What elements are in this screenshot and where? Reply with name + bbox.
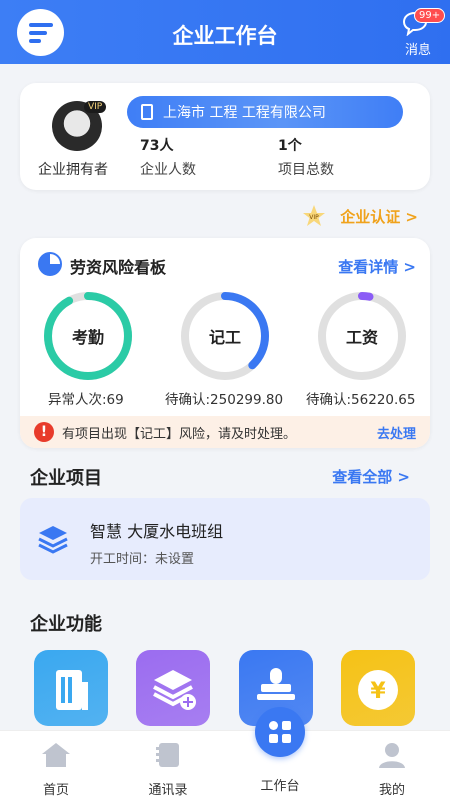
view-all-projects-link[interactable]: 查看全部 >: [332, 466, 410, 487]
work-record-gauge[interactable]: 记工: [179, 290, 271, 382]
vip-badge: VIP: [84, 101, 107, 113]
warning-icon: !: [34, 422, 54, 442]
function-building[interactable]: [34, 650, 108, 726]
employee-count-label: 企业人数: [140, 162, 196, 178]
function-layers-add[interactable]: [136, 650, 210, 726]
attendance-gauge-label: 考勤: [71, 328, 104, 347]
building-icon: [56, 670, 88, 710]
message-count-badge: 99+: [414, 8, 446, 23]
view-details-link[interactable]: 查看详情 >: [338, 256, 416, 277]
function-salary[interactable]: ¥: [341, 650, 415, 726]
project-count-stat[interactable]: 1个 项目总数: [278, 135, 334, 179]
company-info-card: VIP 企业拥有者 上海市 工程 工程有限公司 73人 企业人数 1个 项目总数: [20, 83, 430, 190]
project-name: 智慧 大厦水电班组: [90, 522, 224, 541]
project-item[interactable]: 智慧 大厦水电班组 开工时间：未设置: [20, 498, 430, 580]
tab-mine-label: 我的: [378, 783, 405, 798]
owner-role-label: 企业拥有者: [38, 162, 108, 178]
project-count-label: 项目总数: [278, 162, 334, 178]
page-title: 企业工作台: [172, 24, 278, 48]
layers-add-icon: [153, 670, 196, 710]
functions-section-title: 企业功能: [30, 614, 102, 635]
work-record-pending: 待确认:250299.80: [165, 392, 284, 408]
vip-star-icon: VIP: [303, 205, 325, 226]
salary-gauge[interactable]: 工资: [316, 290, 408, 382]
tab-home-label: 首页: [42, 783, 69, 798]
risk-dashboard-card: 劳资风险看板 查看详情 > 考勤 异常人次:69 记工 待确认:250299.8…: [20, 238, 430, 448]
tab-contacts-label: 通讯录: [148, 783, 188, 798]
risk-alert-text: 有项目出现【记工】风险，请及时处理。: [62, 427, 297, 442]
yuan-icon: ¥: [358, 670, 398, 710]
grid-cell: [282, 734, 291, 743]
yuan-symbol: ¥: [370, 679, 386, 704]
project-count-value: 1个: [278, 138, 302, 154]
projects-section-title: 企业项目: [30, 468, 102, 489]
salary-gauge-label: 工资: [345, 328, 378, 347]
messages-label: 消息: [404, 43, 431, 58]
risk-dashboard-title: 劳资风险看板: [70, 258, 167, 277]
grid-cell: [282, 721, 291, 730]
company-selector[interactable]: 上海市 工程 工程有限公司: [127, 96, 403, 128]
layers-icon: [38, 526, 68, 554]
handle-risk-link[interactable]: 去处理: [377, 423, 416, 442]
company-name: 上海市 工程 工程有限公司: [163, 105, 326, 121]
tab-contacts[interactable]: 通讯录: [128, 741, 208, 798]
attendance-gauge[interactable]: 考勤: [42, 290, 134, 382]
building-icon: [141, 104, 153, 120]
enterprise-certification-link[interactable]: 企业认证 >: [340, 206, 418, 227]
employee-count-stat[interactable]: 73人 企业人数: [140, 135, 196, 179]
workbench-icon[interactable]: [255, 707, 305, 757]
home-icon: [42, 743, 70, 767]
messages-button[interactable]: 99+ 消息: [398, 8, 446, 60]
grid-cell: [269, 734, 278, 743]
tab-mine[interactable]: 我的: [352, 741, 432, 798]
employee-count-value: 73人: [140, 138, 174, 154]
grid-cell: [269, 721, 278, 730]
risk-alert-bar: ! 有项目出现【记工】风险，请及时处理。 去处理: [20, 416, 430, 448]
contacts-icon: [156, 743, 179, 767]
bottom-tab-bar: 首页 通讯录 工作台 我的: [0, 730, 450, 800]
app-header: 企业工作台 99+ 消息: [0, 0, 450, 64]
attendance-abnormal-count: 异常人次:69: [48, 392, 124, 408]
vip-star-text: VIP: [309, 214, 319, 221]
pie-chart-icon: [38, 252, 62, 276]
user-icon: [379, 743, 405, 768]
work-record-gauge-label: 记工: [208, 328, 241, 347]
salary-pending: 待确认:56220.65: [306, 392, 416, 408]
tab-workbench[interactable]: 工作台: [240, 769, 320, 794]
tab-home[interactable]: 首页: [16, 741, 96, 798]
tab-workbench-label: 工作台: [260, 779, 300, 794]
project-start-time: 开工时间：未设置: [90, 552, 195, 567]
